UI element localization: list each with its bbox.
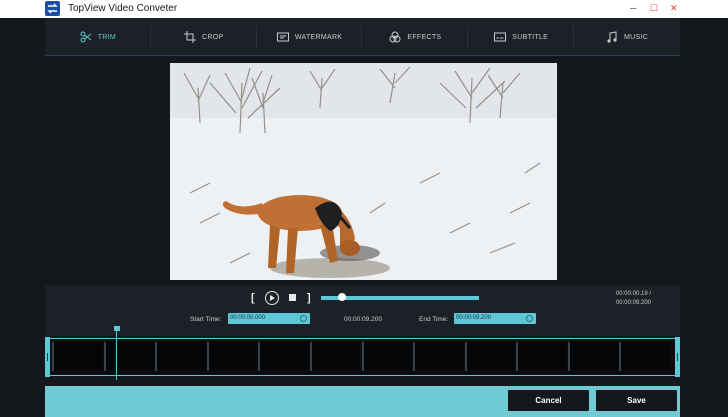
set-end-bracket-button[interactable]: ] — [307, 292, 311, 304]
trim-end-handle[interactable] — [675, 337, 680, 377]
cancel-button[interactable]: Cancel — [508, 390, 589, 411]
trim-start-handle[interactable] — [45, 337, 50, 377]
end-time-input[interactable]: 00:00:09.200 — [454, 313, 536, 324]
spinner-icon[interactable] — [300, 315, 307, 322]
stop-button[interactable] — [289, 294, 296, 301]
timeline-frame — [52, 342, 103, 371]
end-time-label: End Time: — [419, 316, 449, 323]
tab-label: MUSIC — [624, 33, 649, 41]
tab-music[interactable]: MUSIC — [574, 18, 680, 56]
tab-label: WATERMARK — [294, 33, 343, 41]
timeline-frame — [103, 342, 155, 371]
timeline-frame — [516, 342, 567, 371]
playhead-line[interactable] — [116, 328, 118, 380]
timeline-frame — [413, 342, 464, 371]
timeline-frame — [619, 342, 670, 371]
maximize-button[interactable]: ☐ — [650, 2, 658, 14]
tab-label: SUBTITLE — [512, 33, 549, 41]
start-time-label: Start Time: — [190, 316, 222, 323]
tab-trim[interactable]: TRIM — [45, 18, 151, 56]
set-start-bracket-button[interactable]: [ — [251, 292, 255, 304]
timeline-frame — [361, 342, 413, 371]
scissors-icon — [80, 31, 92, 43]
save-button[interactable]: Save — [596, 390, 677, 411]
subtitle-icon — [494, 32, 507, 42]
tab-crop[interactable]: CROP — [151, 18, 257, 56]
preview-area — [45, 56, 680, 286]
progress-slider-knob[interactable] — [337, 293, 346, 301]
current-time: 00:00:00.19 / — [615, 291, 651, 297]
timeline-frame — [309, 342, 361, 371]
time-readout: 00:00:00.19 / 00:00:09.200 — [616, 290, 651, 308]
tab-watermark[interactable]: WATERMARK — [257, 18, 363, 56]
timeline-frame — [258, 342, 309, 371]
total-time: 00:00:09.200 — [615, 300, 651, 306]
play-button[interactable] — [265, 291, 279, 305]
crop-icon — [184, 31, 197, 43]
spinner-icon[interactable] — [526, 315, 533, 322]
app-logo-icon — [45, 1, 60, 16]
timeline-frame — [464, 342, 516, 371]
tab-label: EFFECTS — [407, 33, 442, 41]
title-bar: TopView Video Conveter ─ ☐ ✕ — [0, 0, 728, 18]
toolbar: TRIM CROP WATERMARK EFFECTS SUBTITLE MUS… — [45, 18, 680, 56]
timeline-frame — [155, 342, 206, 371]
watermark-icon — [276, 32, 289, 42]
timeline-frame — [567, 342, 619, 371]
start-time-input[interactable]: 00:00:00.000 — [228, 313, 310, 324]
tab-subtitle[interactable]: SUBTITLE — [468, 18, 575, 56]
close-button[interactable]: ✕ — [670, 2, 678, 14]
effects-icon — [389, 31, 401, 43]
start-time-value: 00:00:00.000 — [230, 315, 266, 321]
tab-label: TRIM — [97, 33, 117, 41]
tab-effects[interactable]: EFFECTS — [362, 18, 469, 56]
window-title: TopView Video Conveter — [68, 3, 178, 14]
filmstrip[interactable] — [47, 338, 677, 376]
minimize-button[interactable]: ─ — [630, 2, 636, 14]
timeline — [45, 326, 680, 386]
timeline-frame — [206, 342, 258, 371]
music-icon — [607, 31, 617, 43]
tab-label: CROP — [202, 33, 224, 41]
player-controls: [ ] 00:00:00.19 / 00:00:09.200 Start Tim… — [45, 286, 680, 336]
end-time-value: 00:00:09.200 — [456, 315, 492, 321]
video-preview[interactable] — [170, 63, 557, 280]
duration-text: 00:00:09.200 — [344, 316, 382, 323]
footer-bar: Cancel Save — [45, 386, 680, 417]
tab-bar: TRIM CROP WATERMARK EFFECTS SUBTITLE MUS… — [45, 18, 680, 56]
